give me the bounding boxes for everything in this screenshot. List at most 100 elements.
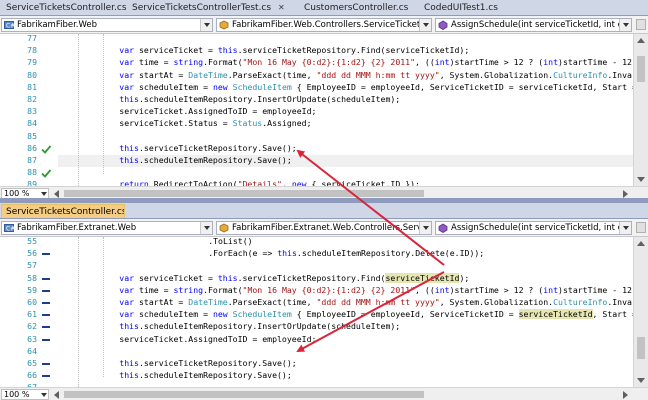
code-token: , (( — [415, 57, 435, 68]
scroll-up-icon[interactable] — [637, 241, 645, 246]
member-dropdown[interactable]: AssignSchedule(int serviceTicketId, int … — [435, 221, 632, 235]
code-token: this — [277, 248, 297, 259]
line-number: 82 — [27, 94, 37, 104]
code-token: serviceTicket.Status = — [119, 118, 233, 129]
project-name: FabrikamFiber.Extranet.Web — [17, 223, 137, 233]
split-button[interactable] — [636, 19, 646, 30]
member-name: AssignSchedule(int serviceTicketId, int … — [451, 20, 631, 30]
tab-servicetickets-controller-test[interactable]: ServiceTicketsControllerTest.cs ✕ — [128, 1, 288, 15]
member-dropdown[interactable]: AssignSchedule(int serviceTicketId, int … — [435, 18, 632, 32]
code-line[interactable]: var scheduleItem = new ScheduleItem { Em… — [119, 82, 637, 92]
code-line[interactable]: this.scheduleItemRepository.InsertOrUpda… — [119, 321, 400, 331]
chevron-down-icon[interactable] — [419, 222, 431, 234]
tab-servicetickets-controller-active[interactable]: ServiceTicketsController.cs — [1, 204, 125, 218]
zoom-level: 100 % — [4, 189, 30, 198]
code-line[interactable]: this.scheduleItemRepository.Save(); — [119, 155, 292, 165]
project-dropdown[interactable]: C# FabrikamFiber.Web — [1, 18, 213, 32]
code-token: .scheduleItemRepository.Delete(e.ID)); — [296, 248, 485, 259]
code-line[interactable]: var time = string.Format("Mon 16 May {0:… — [119, 285, 632, 295]
tab-customers-controller[interactable]: CustomersController.cs — [300, 1, 416, 15]
code-line[interactable]: this.serviceTicketRepository.Save(); — [119, 358, 296, 368]
scroll-down-icon[interactable] — [637, 177, 645, 182]
line-number: 66 — [27, 370, 37, 381]
code-line[interactable]: this.scheduleItemRepository.Save(); — [119, 370, 292, 380]
code-line[interactable]: .ForEach(e => this.scheduleItemRepositor… — [208, 248, 484, 258]
code-token: new — [291, 179, 307, 186]
class-name: FabrikamFiber.Extranet.Web.Controllers.S… — [232, 223, 431, 233]
scroll-left-icon[interactable] — [54, 391, 59, 399]
close-icon[interactable]: ✕ — [278, 3, 285, 12]
code-line[interactable]: var serviceTicket = this.serviceTicketRe… — [119, 45, 469, 55]
code-line[interactable]: serviceTicket.AssignedToID = employeeId; — [119, 334, 316, 344]
code-token: { serviceTicket.ID }); — [306, 179, 420, 186]
code-token: int — [543, 284, 559, 295]
code-token: .serviceTicketRepository.Save(); — [138, 142, 297, 153]
scrollbar-thumb[interactable] — [64, 190, 424, 197]
line-number: 86 — [27, 142, 37, 153]
code-token: .scheduleItemRepository.InsertOrUpdate(s… — [138, 94, 401, 104]
vertical-scrollbar[interactable] — [633, 237, 648, 387]
member-name: AssignSchedule(int serviceTicketId, int … — [451, 223, 631, 233]
code-token: string — [173, 284, 204, 295]
zoom-dropdown[interactable]: 100 % — [1, 389, 49, 400]
code-line[interactable]: this.scheduleItemRepository.InsertOrUpda… — [119, 94, 400, 104]
class-dropdown[interactable]: FabrikamFiber.Extranet.Web.Controllers.S… — [216, 221, 432, 235]
scroll-right-icon[interactable] — [623, 190, 628, 198]
tab-servicetickets-controller[interactable]: ServiceTicketsController.cs — [2, 1, 126, 15]
code-line[interactable]: return RedirectToAction("Details", new {… — [119, 179, 420, 186]
chevron-down-icon[interactable] — [619, 19, 631, 31]
code-token: RedirectToAction( — [148, 179, 238, 186]
code-line[interactable]: .ToList() — [208, 237, 252, 246]
code-token: .ForEach(e => — [208, 248, 278, 259]
code-line[interactable]: var scheduleItem = new ScheduleItem { Em… — [119, 309, 637, 320]
line-number: 60 — [27, 297, 37, 307]
scroll-down-icon[interactable] — [637, 378, 645, 383]
chevron-down-icon[interactable] — [200, 19, 212, 31]
code-line[interactable]: var time = string.Format("Mon 16 May {0:… — [119, 57, 632, 67]
indent-guide — [78, 237, 79, 387]
line-number: 55 — [27, 237, 37, 246]
code-line[interactable]: var startAt = DateTime.ParseExact(time, … — [119, 70, 637, 80]
scroll-left-icon[interactable] — [54, 190, 59, 198]
code-token: .ParseExact(time, — [227, 69, 317, 80]
class-dropdown[interactable]: FabrikamFiber.Web.Controllers.ServiceTic… — [216, 18, 432, 32]
chevron-down-icon[interactable] — [41, 393, 47, 397]
svg-text:C#: C# — [6, 226, 14, 233]
top-editor-pane: ServiceTicketsController.cs ServiceTicke… — [0, 0, 648, 198]
code-token: var — [119, 69, 135, 80]
chevron-down-icon[interactable] — [41, 192, 47, 196]
code-token: serviceTicket.AssignedToID = employeeId; — [119, 106, 317, 117]
chevron-down-icon[interactable] — [419, 19, 431, 31]
vertical-scrollbar[interactable] — [633, 34, 648, 186]
chevron-down-icon[interactable] — [200, 222, 212, 234]
code-token: .serviceTicketRepository.Find(serviceTic… — [237, 45, 470, 56]
scrollbar-thumb[interactable] — [637, 337, 645, 359]
split-button[interactable] — [636, 222, 646, 233]
current-line-highlight — [0, 155, 633, 167]
code-line[interactable]: var startAt = DateTime.ParseExact(time, … — [119, 297, 637, 307]
bottom-code-editor[interactable]: 555657585960616263646566676869 .ToList()… — [0, 237, 648, 387]
zoom-dropdown[interactable]: 100 % — [1, 188, 49, 198]
code-line[interactable]: var serviceTicket = this.serviceTicketRe… — [119, 272, 469, 283]
code-token: "Mon 16 May {0:d2}:{1:d2} {2} 2011" — [242, 57, 416, 68]
tab-label: ServiceTicketsControllerTest.cs — [132, 3, 272, 13]
scrollbar-thumb[interactable] — [64, 391, 424, 398]
code-token: var — [119, 57, 135, 68]
code-token: "ddd dd MMM h:mm tt yyyy" — [316, 69, 440, 80]
scrollbar-thumb[interactable] — [637, 56, 645, 82]
code-token: .scheduleItemRepository.Save(); — [138, 155, 292, 165]
scroll-up-icon[interactable] — [637, 38, 645, 43]
scroll-right-icon[interactable] — [623, 391, 628, 399]
top-horizontal-scrollbar[interactable]: 100 % — [0, 186, 648, 198]
top-code-editor[interactable]: 777879808182838485868788899091 var servi… — [0, 34, 648, 186]
code-token: this — [119, 321, 139, 332]
project-dropdown[interactable]: C# FabrikamFiber.Extranet.Web — [1, 221, 213, 235]
tab-codeduitest1[interactable]: CodedUITest1.cs — [420, 1, 508, 15]
code-line[interactable]: serviceTicket.Status = Status.Assigned; — [119, 118, 311, 128]
code-line[interactable]: this.serviceTicketRepository.Save(); — [119, 143, 296, 153]
csharp-project-icon: C# — [4, 224, 14, 233]
chevron-down-icon[interactable] — [619, 222, 631, 234]
bottom-horizontal-scrollbar[interactable]: 100 % — [0, 387, 648, 400]
code-line[interactable]: serviceTicket.AssignedToID = employeeId; — [119, 106, 316, 116]
code-token: var — [119, 284, 135, 295]
